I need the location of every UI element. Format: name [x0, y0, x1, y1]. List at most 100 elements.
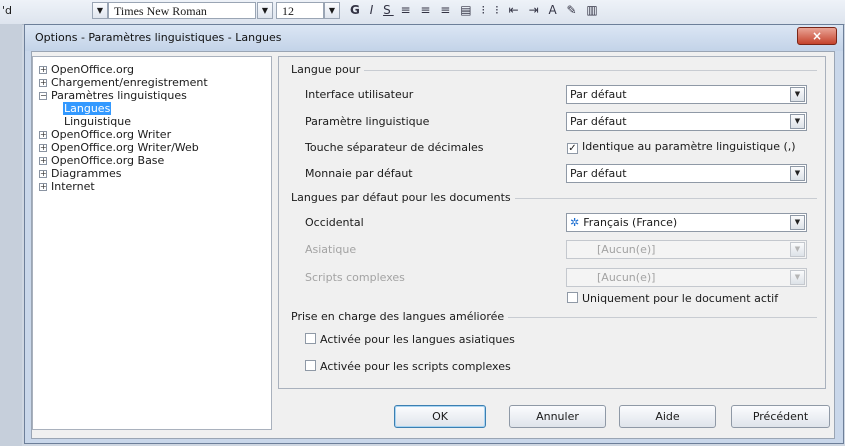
align-center-icon[interactable]: ≡: [420, 3, 433, 17]
tree-item-label: Paramètres linguistiques: [51, 89, 187, 102]
font-color-icon[interactable]: A: [548, 3, 559, 17]
langues-asiatiques-label: Activée pour les langues asiatiques: [320, 333, 515, 346]
asiatique-label: Asiatique: [305, 243, 357, 256]
tree-item-label: Diagrammes: [51, 167, 122, 180]
checkbox-box[interactable]: [305, 333, 316, 344]
tree-item-chargement[interactable]: + Chargement/enregistrement: [39, 76, 208, 89]
close-icon: ×: [811, 29, 823, 43]
collapse-icon[interactable]: −: [39, 92, 47, 100]
cancel-button[interactable]: Annuler: [509, 405, 606, 428]
occidental-value: Français (France): [583, 216, 678, 229]
separateur-checkbox[interactable]: ✓ Identique au paramètre linguistique (,): [567, 140, 796, 154]
chevron-down-icon[interactable]: ▼: [790, 215, 805, 230]
tree-item-diagrammes[interactable]: + Diagrammes: [39, 167, 121, 180]
align-left-icon[interactable]: ≡: [401, 3, 414, 17]
options-tree[interactable]: + OpenOffice.org + Chargement/enregistreme…: [32, 56, 272, 430]
font-size-dropdown-button[interactable]: ▼: [324, 2, 340, 19]
monnaie-select[interactable]: Par défaut ▼: [566, 164, 807, 183]
app-toolbar: 'd ▼ Times New Roman ▼ 12 ▼ G I S ≡ ≡ ≡ …: [0, 0, 845, 25]
langues-asiatiques-checkbox[interactable]: Activée pour les langues asiatiques: [305, 333, 515, 346]
indent-icon[interactable]: ⇤: [509, 3, 522, 17]
chevron-down-icon[interactable]: ▼: [790, 87, 805, 102]
expand-icon[interactable]: +: [39, 144, 47, 152]
font-name-dropdown-button[interactable]: ▼: [257, 2, 273, 19]
tree-item-linguistique[interactable]: Linguistique: [64, 115, 131, 128]
font-size-combo[interactable]: 12: [276, 2, 324, 19]
scripts-complexes-checkbox[interactable]: Activée pour les scripts complexes: [305, 360, 511, 373]
parametre-label: Paramètre linguistique: [305, 115, 430, 128]
align-right-icon[interactable]: ≡: [440, 3, 453, 17]
group-heading-langue-pour: Langue pour: [291, 63, 365, 76]
tree-item-label: OpenOffice.org Writer: [51, 128, 172, 141]
tree-item-base[interactable]: + OpenOffice.org Base: [39, 154, 164, 167]
group-heading-prise-en-charge: Prise en charge des langues améliorée: [291, 310, 509, 323]
parametre-select[interactable]: Par défaut ▼: [566, 112, 807, 131]
style-dropdown-button[interactable]: ▼: [92, 2, 108, 19]
asiatique-select[interactable]: [Aucun(e)] ▼: [566, 240, 807, 259]
bold-icon[interactable]: G: [350, 3, 363, 17]
document-actif-checkbox[interactable]: Uniquement pour le document actif: [567, 292, 778, 305]
toolbar-stub-text: 'd: [2, 4, 13, 17]
dialog-client-area: + OpenOffice.org + Chargement/enregistreme…: [31, 51, 835, 439]
tree-item-label: OpenOffice.org Writer/Web: [51, 141, 199, 154]
bullets-icon[interactable]: ⁝: [495, 3, 502, 17]
tree-item-label: Linguistique: [64, 115, 131, 128]
underline-icon[interactable]: S: [383, 3, 394, 17]
occidental-label: Occidental: [305, 216, 364, 229]
justify-icon[interactable]: ▤: [460, 3, 474, 17]
tree-item-label: Langues: [63, 102, 112, 115]
numbering-icon[interactable]: ⁝: [481, 3, 488, 17]
separateur-label: Touche séparateur de décimales: [305, 141, 484, 154]
tree-item-writer[interactable]: + OpenOffice.org Writer: [39, 128, 171, 141]
formatting-icons[interactable]: G I S ≡ ≡ ≡ ▤ ⁝ ⁝ ⇤ ⇥ A ✎ ▥: [350, 3, 601, 17]
chevron-down-icon[interactable]: ▼: [790, 270, 805, 285]
checkbox-box[interactable]: [305, 360, 316, 371]
chevron-down-icon[interactable]: ▼: [790, 166, 805, 181]
expand-icon[interactable]: +: [39, 131, 47, 139]
options-dialog: Options - Paramètres linguistiques - Lan…: [24, 24, 844, 444]
italic-icon[interactable]: I: [370, 3, 377, 17]
expand-icon[interactable]: +: [39, 157, 47, 165]
scripts-select[interactable]: [Aucun(e)] ▼: [566, 268, 807, 287]
group-separator: [291, 70, 817, 71]
dialog-titlebar[interactable]: Options - Paramètres linguistiques - Lan…: [25, 25, 843, 51]
checkbox-box[interactable]: [567, 292, 578, 303]
chevron-down-icon[interactable]: ▼: [790, 114, 805, 129]
monnaie-label: Monnaie par défaut: [305, 167, 413, 180]
separateur-check-label: Identique au paramètre linguistique (,): [582, 140, 796, 153]
expand-icon[interactable]: +: [39, 66, 47, 74]
interface-value: Par défaut: [570, 88, 627, 101]
scripts-label: Scripts complexes: [305, 271, 405, 284]
asiatique-value: [Aucun(e)]: [597, 243, 656, 256]
langues-panel: Langue pour Interface utilisateur Par dé…: [278, 56, 826, 389]
dialog-title: Options - Paramètres linguistiques - Lan…: [35, 31, 282, 44]
tree-item-openoffice[interactable]: + OpenOffice.org: [39, 63, 134, 76]
close-button[interactable]: ×: [797, 27, 837, 45]
interface-select[interactable]: Par défaut ▼: [566, 85, 807, 104]
help-button[interactable]: Aide: [619, 405, 716, 428]
chevron-down-icon[interactable]: ▼: [790, 242, 805, 257]
outdent-icon[interactable]: ⇥: [529, 3, 542, 17]
document-actif-label: Uniquement pour le document actif: [582, 292, 779, 305]
tree-item-label: OpenOffice.org: [51, 63, 135, 76]
tree-item-writer-web[interactable]: + OpenOffice.org Writer/Web: [39, 141, 199, 154]
highlight-icon[interactable]: ✎: [567, 3, 580, 17]
tree-item-label: Chargement/enregistrement: [51, 76, 208, 89]
background-color-icon[interactable]: ▥: [586, 3, 600, 17]
expand-icon[interactable]: +: [39, 183, 47, 191]
tree-item-langues[interactable]: Langues: [63, 102, 112, 115]
group-heading-langues-defaut: Langues par défaut pour les documents: [291, 191, 515, 204]
tree-item-label: OpenOffice.org Base: [51, 154, 165, 167]
check-icon[interactable]: ✓: [567, 143, 578, 154]
expand-icon[interactable]: +: [39, 79, 47, 87]
language-flag-icon: ✲: [570, 216, 580, 229]
tree-item-internet[interactable]: + Internet: [39, 180, 95, 193]
font-name-combo[interactable]: Times New Roman: [108, 2, 256, 19]
expand-icon[interactable]: +: [39, 170, 47, 178]
tree-item-parametres-linguistiques[interactable]: − Paramètres linguistiques: [39, 89, 187, 102]
scripts-value: [Aucun(e)]: [597, 271, 656, 284]
ok-button[interactable]: OK: [394, 405, 486, 428]
occidental-select[interactable]: ✲ Français (France) ▼: [566, 213, 807, 232]
scripts-complexes-label: Activée pour les scripts complexes: [320, 360, 511, 373]
previous-button[interactable]: Précédent: [731, 405, 830, 428]
